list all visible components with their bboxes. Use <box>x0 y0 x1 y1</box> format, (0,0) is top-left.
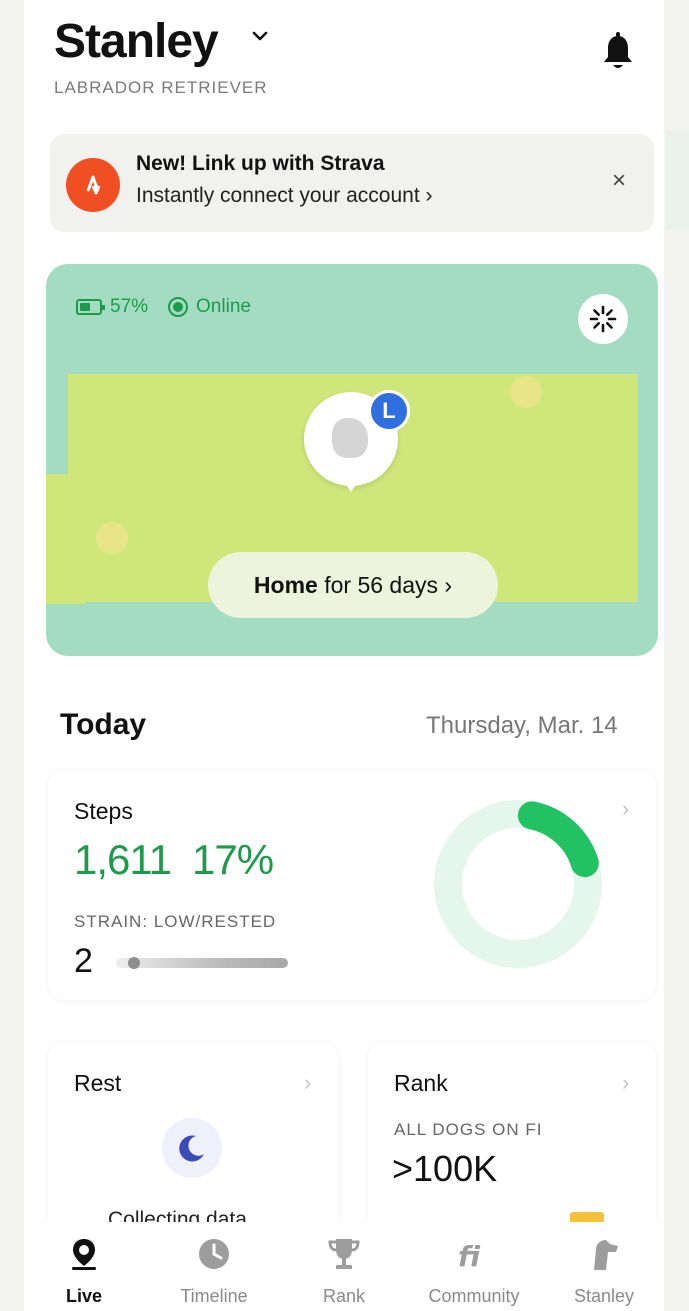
collar-status: 57% Online <box>76 296 251 318</box>
battery-icon <box>76 299 105 315</box>
map-tree <box>96 522 128 554</box>
chevron-right-icon: › <box>304 1070 312 1095</box>
home-label: Home <box>253 572 318 598</box>
steps-count: 1,611 <box>74 836 172 883</box>
lost-dog-mode-button[interactable] <box>578 294 628 344</box>
tab-rank[interactable]: Rank <box>284 1222 404 1311</box>
connection-status: Online <box>196 296 251 317</box>
map-tree <box>510 376 542 408</box>
tab-label: Rank <box>322 1286 366 1306</box>
chevron-down-icon[interactable] <box>250 26 270 46</box>
tab-label: Live <box>65 1286 103 1306</box>
dog-name-title[interactable]: Stanley <box>54 14 219 69</box>
chevron-right-icon: › <box>622 1070 630 1095</box>
owner-avatar-badge[interactable]: L <box>368 390 410 432</box>
steps-progress-arc <box>517 801 599 878</box>
dog-profile-icon <box>594 1240 618 1270</box>
tab-label: Timeline <box>180 1286 248 1306</box>
dog-avatar <box>332 418 368 458</box>
today-date: Thursday, Mar. 14 <box>426 712 618 739</box>
banner-connect-link[interactable]: Instantly connect your account › <box>136 184 433 208</box>
tab-label: Stanley <box>573 1286 635 1306</box>
battery-level: 57% <box>110 296 149 317</box>
chevron-right-icon: › <box>622 796 630 821</box>
strain-marker <box>128 957 140 969</box>
bottom-tab-bar: Live Timeline Rank fi Community Stanley <box>24 1222 664 1311</box>
location-pin-icon <box>72 1239 96 1270</box>
tab-timeline[interactable]: Timeline <box>154 1222 274 1311</box>
rank-card[interactable]: Rank › ALL DOGS ON FI >100K <box>368 1042 656 1242</box>
clock-icon <box>199 1239 229 1269</box>
loading-spinner-icon <box>589 305 617 333</box>
strava-logo-icon <box>66 158 120 212</box>
steps-progress-ring <box>434 800 602 968</box>
rank-value: >100K <box>392 1148 498 1189</box>
steps-title: Steps <box>74 798 133 824</box>
trophy-icon <box>328 1239 360 1269</box>
rest-title: Rest <box>74 1070 122 1096</box>
live-map-card[interactable]: 57% Online L Home for 56 days › <box>46 264 658 656</box>
svg-text:fi: fi <box>458 1240 481 1272</box>
section-title-today: Today <box>60 708 147 741</box>
map-yard-area <box>46 474 86 604</box>
home-duration-pill[interactable]: Home for 56 days › <box>208 552 498 618</box>
steps-goal-percent: 17% <box>192 836 274 883</box>
strava-promo-banner[interactable]: New! Link up with Strava Instantly conne… <box>50 134 654 232</box>
tab-stanley[interactable]: Stanley <box>544 1222 664 1311</box>
close-icon[interactable]: × <box>606 168 632 194</box>
rest-card[interactable]: Rest › Collecting data <box>48 1042 338 1242</box>
rank-title: Rank <box>394 1070 448 1096</box>
tab-live[interactable]: Live <box>24 1222 144 1311</box>
next-card-peek <box>666 130 689 230</box>
breed-label: LABRADOR RETRIEVER <box>54 78 268 97</box>
home-duration: for 56 days › <box>317 572 453 598</box>
online-status-icon <box>168 297 189 317</box>
tab-community[interactable]: fi Community <box>414 1222 534 1311</box>
banner-title: New! Link up with Strava <box>136 152 385 175</box>
steps-card[interactable]: Steps › 1,611 17% STRAIN: LOW/RESTED 2 <box>48 770 656 1000</box>
tab-label: Community <box>428 1286 520 1306</box>
strain-value: 2 <box>74 942 93 980</box>
strain-label: STRAIN: LOW/RESTED <box>74 912 277 931</box>
bell-icon[interactable] <box>600 30 636 74</box>
strain-bar <box>116 958 288 968</box>
fi-logo-icon: fi <box>458 1240 481 1272</box>
moon-icon <box>162 1118 222 1178</box>
rank-scope: ALL DOGS ON FI <box>394 1120 543 1139</box>
